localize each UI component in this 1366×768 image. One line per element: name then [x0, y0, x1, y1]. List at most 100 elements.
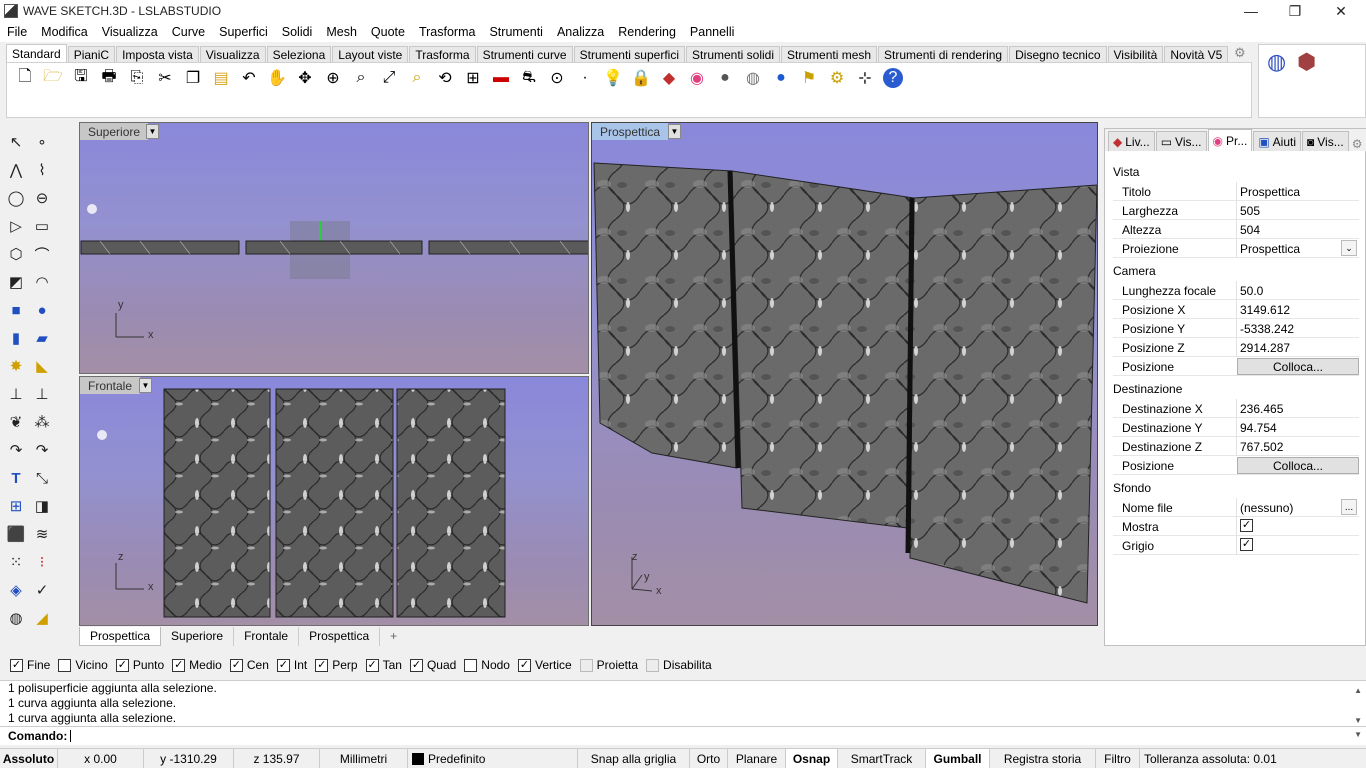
status-osnap[interactable]: Osnap — [786, 748, 838, 768]
tab-standard[interactable]: Standard — [6, 44, 67, 63]
rotate-view-icon[interactable]: ⟲ — [431, 67, 459, 89]
group-icon[interactable]: ❦ — [4, 410, 28, 434]
osnap-tan[interactable]: ✓ Tan — [365, 658, 402, 672]
desty-value[interactable]: 94.754 — [1240, 421, 1277, 435]
print-icon[interactable]: 🖶 — [95, 67, 123, 89]
shaded-sphere-icon[interactable]: ● — [711, 67, 739, 89]
status-filtro[interactable]: Filtro — [1096, 748, 1140, 768]
paste-icon[interactable]: ▤ — [207, 67, 235, 89]
mesh-plane-icon[interactable]: ▰ — [30, 326, 54, 350]
ungroup-icon[interactable]: ⁂ — [30, 410, 54, 434]
check-icon[interactable]: ✓ — [30, 578, 54, 602]
zoom-extents-icon[interactable]: ⤢ — [375, 67, 403, 89]
arc-icon[interactable]: ▷ — [4, 214, 28, 238]
menu-superfici[interactable]: Superfici — [212, 25, 275, 39]
osnap-checkbox[interactable]: ✓ — [172, 658, 186, 672]
settings-gear-icon[interactable]: ⚙ — [823, 67, 851, 89]
gumball-icon[interactable]: ⊹ — [851, 67, 879, 89]
proiezione-select[interactable]: Prospettica — [1240, 242, 1300, 256]
osnap-checkbox[interactable] — [579, 658, 593, 672]
tab-strumenti-superfici[interactable]: Strumenti superfici — [573, 46, 685, 63]
paint-icon[interactable]: ◢ — [30, 606, 54, 630]
osnap-checkbox[interactable]: ✓ — [315, 658, 329, 672]
offset-icon[interactable]: ↷ — [4, 438, 28, 462]
browse-button[interactable]: ... — [1341, 499, 1357, 515]
polygon-icon[interactable]: ⬡ — [4, 242, 28, 266]
surface-icon[interactable]: ◩ — [4, 270, 28, 294]
boolean-icon[interactable]: ◣ — [30, 354, 54, 378]
colloca-camera-button[interactable]: Colloca... — [1237, 358, 1359, 375]
zoom-window-icon[interactable]: ⌕ — [347, 67, 375, 89]
point-icon[interactable]: · — [571, 67, 599, 89]
command-line[interactable]: Comando: ▼ — [0, 726, 1366, 745]
cplane-icon[interactable]: ⊙ — [543, 67, 571, 89]
osnap-nodo[interactable]: Nodo — [464, 658, 510, 672]
status-planare[interactable]: Planare — [728, 748, 786, 768]
maximize-button[interactable]: ❐ — [1272, 0, 1318, 22]
menu-strumenti[interactable]: Strumenti — [482, 25, 550, 39]
menu-solidi[interactable]: Solidi — [275, 25, 320, 39]
colloca-target-button[interactable]: Colloca... — [1237, 457, 1359, 474]
four-viewports-icon[interactable]: ⊞ — [459, 67, 487, 89]
menu-pannelli[interactable]: Pannelli — [683, 25, 741, 39]
solid-icon[interactable]: ⬛ — [4, 522, 28, 546]
posx-value[interactable]: 3149.612 — [1240, 303, 1290, 317]
tab-imposta-vista[interactable]: Imposta vista — [116, 46, 199, 63]
zoom-icon[interactable]: ⊕ — [319, 67, 347, 89]
zoom-selected-icon[interactable]: ⌕ — [403, 67, 431, 89]
menu-file[interactable]: File — [0, 25, 34, 39]
tab-seleziona[interactable]: Seleziona — [266, 46, 332, 63]
titolo-value[interactable]: Prospettica — [1240, 185, 1300, 199]
move-icon[interactable]: ✥ — [291, 67, 319, 89]
extend-icon[interactable]: ↷ — [30, 438, 54, 462]
osnap-quad[interactable]: ✓ Quad — [409, 658, 456, 672]
lock-icon[interactable]: 🔒 — [627, 67, 655, 89]
osnap-proietta[interactable]: Proietta — [579, 658, 638, 672]
check-mesh-icon[interactable]: ◈ — [4, 578, 28, 602]
destz-value[interactable]: 767.502 — [1240, 440, 1283, 454]
render-icon[interactable]: ◍ — [4, 606, 28, 630]
box-icon[interactable]: ■ — [4, 298, 28, 322]
tab-strumenti-curve[interactable]: Strumenti curve — [476, 46, 573, 63]
panel-gear-icon[interactable]: ⚙ — [1352, 137, 1363, 151]
focale-value[interactable]: 50.0 — [1240, 284, 1263, 298]
dimension-icon[interactable]: ⤡ — [30, 466, 54, 490]
osnap-checkbox[interactable]: ✓ — [409, 658, 423, 672]
nomefile-value[interactable]: (nessuno) — [1240, 501, 1293, 515]
rectangle-icon[interactable]: ▭ — [30, 214, 54, 238]
explode-icon[interactable]: ✸ — [4, 354, 28, 378]
tab-strumenti-rendering[interactable]: Strumenti di rendering — [878, 46, 1009, 63]
cylinder-icon[interactable]: ▮ — [4, 326, 28, 350]
fillet-icon[interactable]: ⌒ — [30, 242, 54, 266]
osnap-checkbox[interactable]: ✓ — [365, 658, 379, 672]
panel-tab-layers[interactable]: ◆ Liv... — [1108, 131, 1155, 151]
tab-layout-viste[interactable]: Layout viste — [332, 46, 409, 63]
panel-tab-help[interactable]: ▣ Aiuti — [1253, 131, 1302, 151]
status-unita[interactable]: Millimetri — [320, 748, 408, 768]
add-tab-button[interactable]: + — [380, 627, 407, 646]
circle-icon[interactable]: ◯ — [4, 186, 28, 210]
osnap-fine[interactable]: ✓ Fine — [10, 658, 50, 672]
close-button[interactable]: ✕ — [1318, 0, 1364, 22]
menu-curve[interactable]: Curve — [165, 25, 212, 39]
viewport-front[interactable]: Frontale ▼ z x — [79, 376, 589, 626]
status-storia[interactable]: Registra storia — [990, 748, 1096, 768]
new-file-icon[interactable]: 🗋 — [11, 67, 39, 89]
posz-value[interactable]: 2914.287 — [1240, 341, 1290, 355]
destx-value[interactable]: 236.465 — [1240, 402, 1283, 416]
curve-icon[interactable]: ⌇ — [30, 158, 54, 182]
select-arrow-icon[interactable]: ↖ — [4, 130, 28, 154]
open-folder-icon[interactable]: 🗁 — [39, 67, 67, 89]
osnap-checkbox[interactable]: ✓ — [229, 658, 243, 672]
osnap-checkbox[interactable]: ✓ — [276, 658, 290, 672]
menu-trasforma[interactable]: Trasforma — [412, 25, 483, 39]
analyze-icon[interactable]: ≋ — [30, 522, 54, 546]
posy-value[interactable]: -5338.242 — [1240, 322, 1294, 336]
rendered-sphere-icon[interactable]: ◍ — [739, 67, 767, 89]
history-icon[interactable]: ⁝ — [30, 550, 54, 574]
chevron-down-icon[interactable]: ⌄ — [1341, 240, 1357, 256]
status-orto[interactable]: Orto — [690, 748, 728, 768]
osnap-checkbox[interactable]: ✓ — [115, 658, 129, 672]
tab-trasforma[interactable]: Trasforma — [409, 46, 476, 63]
options-icon[interactable]: ⚑ — [795, 67, 823, 89]
